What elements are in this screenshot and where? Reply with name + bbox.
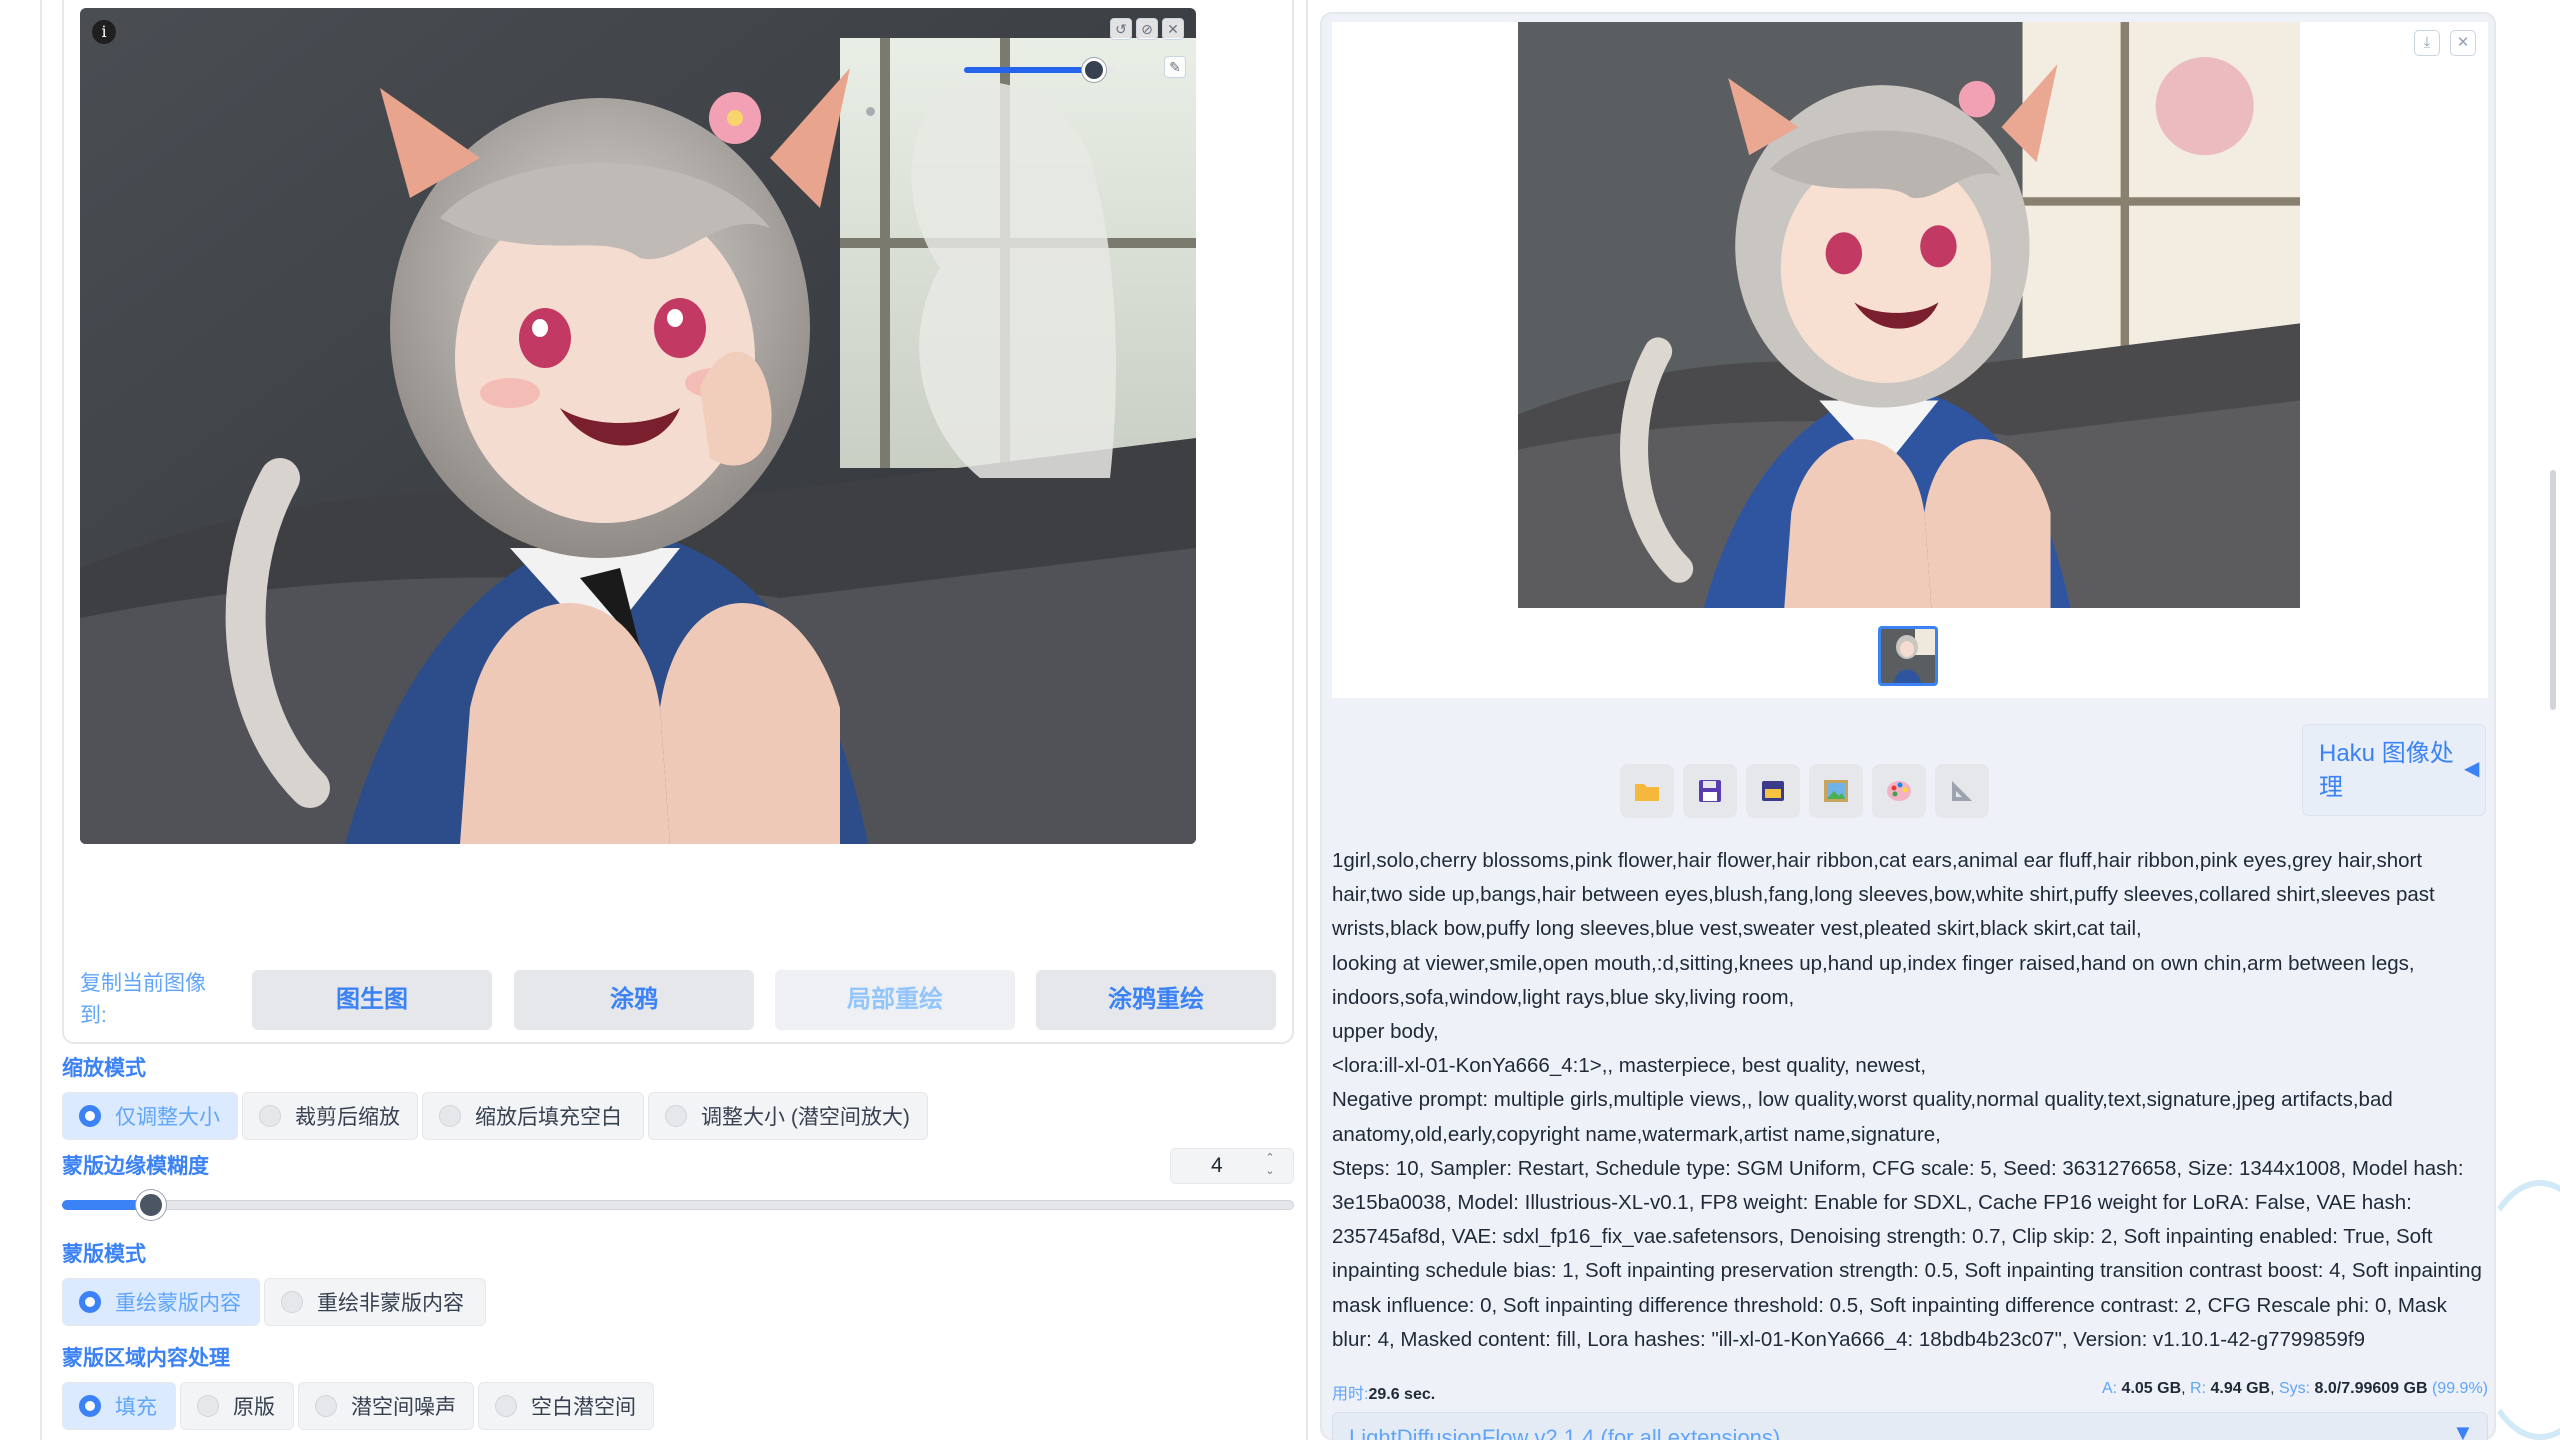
generation-info-text: 1girl,solo,cherry blossoms,pink flower,h… — [1332, 849, 2482, 1351]
send-to-sketch-button[interactable]: 涂鸦 — [514, 970, 754, 1030]
haku-image-button[interactable]: Haku 图像处理 — [2302, 724, 2486, 816]
radio-inpaint-not-masked[interactable]: 重绘非蒙版内容 — [264, 1278, 486, 1326]
mask-blur-thumb[interactable] — [136, 1190, 166, 1220]
mask-blur-label: 蒙版边缘模糊度 — [62, 1155, 209, 1178]
chevron-down-icon[interactable]: ▼ — [2452, 1420, 2474, 1440]
image-icon[interactable] — [1809, 764, 1863, 818]
save-icon[interactable] — [1683, 764, 1737, 818]
brush-size-thumb[interactable] — [1082, 58, 1106, 82]
time-value: 29.6 sec. — [1368, 1386, 1436, 1403]
send-to-inpaint-button[interactable]: 局部重绘 — [775, 970, 1015, 1030]
a-value: 4.05 GB — [2121, 1380, 2182, 1397]
inpaint-canvas[interactable] — [80, 8, 1196, 844]
zip-icon[interactable] — [1746, 764, 1800, 818]
radio-latent-nothing[interactable]: 空白潜空间 — [478, 1382, 654, 1430]
radio-fill[interactable]: 填充 — [62, 1382, 176, 1430]
r-label: R: — [2190, 1380, 2207, 1397]
radio-dot — [665, 1105, 687, 1127]
folder-icon[interactable] — [1620, 764, 1674, 818]
send-to-img2img-button[interactable]: 图生图 — [252, 970, 492, 1030]
output-image[interactable] — [1518, 22, 2300, 608]
right-divider — [1306, 0, 1308, 1440]
radio-dot — [79, 1395, 101, 1417]
a-label: A: — [2101, 1380, 2118, 1397]
radio-dot — [259, 1105, 281, 1127]
copy-to-label: 复制当前图像到: — [80, 972, 206, 1027]
undo-icon[interactable]: ↺ — [1110, 18, 1132, 40]
left-divider — [40, 0, 42, 1440]
r-value: 4.94 GB — [2210, 1380, 2271, 1397]
collapse-arrow-icon[interactable]: ◀ — [2464, 756, 2479, 781]
masked-content-label: 蒙版区域内容处理 — [62, 1347, 230, 1370]
radio-just-resize[interactable]: 仅调整大小 — [62, 1092, 238, 1140]
memory-stats: A: 4.05 GB, R: 4.94 GB, Sys: 8.0/7.99609… — [2101, 1380, 2488, 1397]
close-icon[interactable]: ✕ — [1162, 18, 1184, 40]
time-label: 用时: — [1332, 1386, 1369, 1403]
mask-mode-label: 蒙版模式 — [62, 1243, 146, 1266]
brush-icon[interactable]: ✎ — [1164, 56, 1186, 78]
radio-dot — [79, 1105, 101, 1127]
folder-glyph — [1635, 784, 1659, 801]
radio-original[interactable]: 原版 — [180, 1382, 294, 1430]
radio-latent-upscale[interactable]: 调整大小 (潜空间放大) — [648, 1092, 928, 1140]
image-glyph — [1824, 780, 1848, 802]
source-image — [80, 8, 1196, 844]
send-to-inpaint-sketch-button[interactable]: 涂鸦重绘 — [1036, 970, 1276, 1030]
radio-dot — [281, 1291, 303, 1313]
performance-stats: 用时:29.6 sec. A: 4.05 GB, R: 4.94 GB, Sys… — [1332, 1380, 2488, 1404]
stepper-icon[interactable]: ⌃ ⌄ — [1262, 1152, 1278, 1180]
zip-glyph — [1762, 781, 1784, 801]
sys-label: Sys: — [2278, 1380, 2311, 1397]
radio-inpaint-masked[interactable]: 重绘蒙版内容 — [62, 1278, 260, 1326]
sys-percent: (99.9%) — [2431, 1380, 2488, 1397]
palette-icon[interactable] — [1872, 764, 1926, 818]
sys-value: 8.0/7.99609 GB — [2314, 1380, 2428, 1397]
radio-dot — [439, 1105, 461, 1127]
download-icon[interactable]: ⤓ — [2414, 30, 2440, 56]
radio-crop-resize[interactable]: 裁剪后缩放 — [242, 1092, 418, 1140]
ruler-icon[interactable] — [1935, 764, 1989, 818]
radio-dot — [197, 1395, 219, 1417]
mask-blur-slider[interactable] — [62, 1200, 1294, 1210]
brush-reset-icon[interactable]: ⊘ — [1136, 18, 1158, 40]
brush-size-fill — [964, 67, 1096, 73]
page-scrollbar[interactable] — [2550, 470, 2556, 710]
radio-latent-noise[interactable]: 潜空间噪声 — [298, 1382, 474, 1430]
gallery-thumbnail[interactable] — [1878, 626, 1938, 686]
radio-dot — [315, 1395, 337, 1417]
resize-mode-label: 缩放模式 — [62, 1057, 146, 1080]
radio-resize-fill[interactable]: 缩放后填充空白 — [422, 1092, 644, 1140]
generated-image — [1518, 22, 2300, 608]
brush-cursor — [866, 107, 875, 116]
lightdiffusionflow-accordion[interactable]: LightDiffusionFlow v2.1.4 (for all exten… — [1332, 1412, 2488, 1440]
close-icon[interactable]: ✕ — [2450, 30, 2476, 56]
radio-dot — [79, 1291, 101, 1313]
radio-dot — [495, 1395, 517, 1417]
ruler-glyph — [1952, 781, 1972, 801]
palette-glyph — [1887, 781, 1911, 801]
save-glyph — [1699, 780, 1721, 802]
thumbnail-image — [1881, 629, 1935, 683]
canvas-info-icon[interactable]: i — [92, 20, 116, 44]
